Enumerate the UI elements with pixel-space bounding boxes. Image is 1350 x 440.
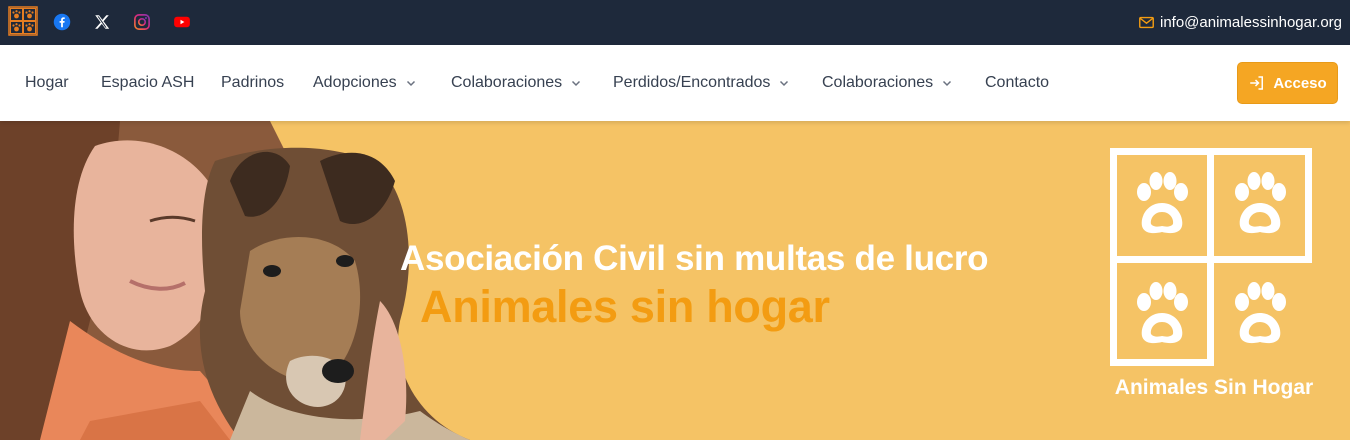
nav-item-label: Hogar: [25, 74, 69, 91]
nav-item-colaboraciones[interactable]: Colaboraciones: [451, 45, 582, 121]
nav-item-hogar[interactable]: Hogar: [25, 45, 69, 121]
nav-item-colaboraciones-2[interactable]: Colaboraciones: [822, 45, 953, 121]
nav-item-label: Colaboraciones: [822, 74, 934, 91]
nav-item-padrinos[interactable]: Padrinos: [221, 45, 284, 121]
nav-item-label: Perdidos/Encontrados: [613, 74, 771, 91]
nav-item-contacto[interactable]: Contacto: [985, 45, 1049, 121]
nav-item-label: Espacio ASH: [101, 74, 195, 91]
chevron-down-icon: [780, 80, 789, 87]
hero-subtitle: Animales sin hogar: [420, 281, 830, 332]
nav-item-perdidos-encontrados[interactable]: Perdidos/Encontrados: [613, 45, 790, 121]
paw-grid-logo-icon[interactable]: [8, 6, 38, 36]
email-text: info@animalessinhogar.org: [1160, 14, 1342, 31]
woman-hugging-dog-photo: [0, 121, 470, 440]
nav-item-label: Padrinos: [221, 74, 285, 91]
chevron-down-icon: [572, 80, 581, 87]
brand-name: Animales Sin Hogar: [1114, 376, 1314, 399]
nav-item-adopciones[interactable]: Adopciones: [313, 45, 417, 121]
login-label: Acceso: [1273, 74, 1327, 92]
main-nav: Hogar Espacio ASH Padrinos Adopciones Co…: [0, 45, 1350, 121]
nav-item-espacio-ash[interactable]: Espacio ASH: [101, 45, 194, 121]
nav-item-label: Contacto: [985, 74, 1050, 91]
youtube-icon[interactable]: [171, 11, 193, 33]
chevron-down-icon: [406, 80, 415, 87]
login-icon: [1250, 76, 1264, 90]
hero-title: Asociación Civil sin multas de lucro: [400, 239, 989, 278]
hero-banner: Asociación Civil sin multas de lucro Ani…: [0, 121, 1350, 440]
top-bar: info@animalessinhogar.org: [0, 0, 1350, 45]
nav-item-label: Colaboraciones: [451, 74, 563, 91]
contact-email[interactable]: info@animalessinhogar.org: [1138, 0, 1342, 45]
x-icon[interactable]: [91, 11, 113, 33]
facebook-icon[interactable]: [51, 11, 73, 33]
mail-icon: [1139, 16, 1154, 29]
instagram-icon[interactable]: [131, 11, 153, 33]
login-button[interactable]: Acceso: [1237, 62, 1338, 104]
chevron-down-icon: [943, 80, 952, 87]
nav-item-label: Adopciones: [313, 74, 397, 91]
paw-grid-logo-icon: [1110, 148, 1312, 366]
